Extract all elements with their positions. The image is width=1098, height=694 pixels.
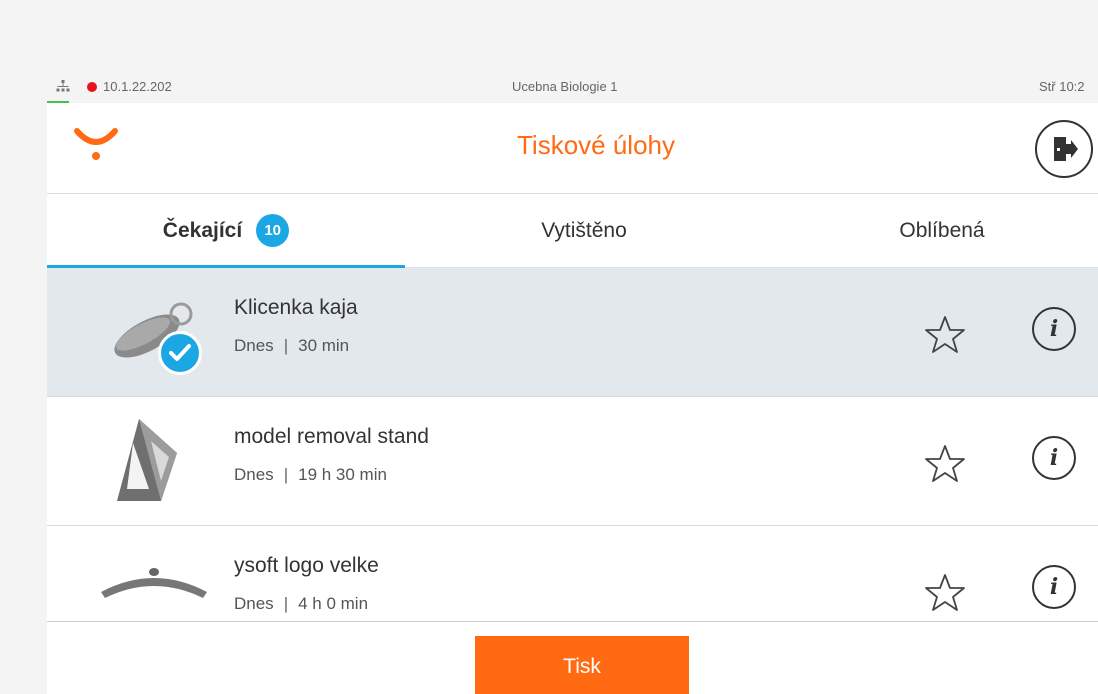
tab-printed-label: Vytištěno [541,218,627,242]
job-day: Dnes [234,594,274,613]
job-meta: Dnes | 30 min [234,336,349,356]
status-bar: 10.1.22.202 Ucebna Biologie 1 Stř 10:2 [47,71,1098,104]
job-name: ysoft logo velke [234,554,379,577]
job-day: Dnes [234,465,274,484]
info-icon[interactable]: i [1032,565,1076,609]
print-button[interactable]: Tisk [475,636,689,694]
footer: Tisk [47,621,1098,694]
connection-status-dot [87,82,97,92]
tab-pending[interactable]: Čekající 10 [47,194,405,267]
job-name: Klicenka kaja [234,296,358,319]
logout-button[interactable] [1035,120,1093,178]
exit-icon [1054,137,1078,161]
job-row[interactable]: model removal stand Dnes | 19 h 30 min i [47,397,1098,526]
tab-favorites[interactable]: Oblíbená [763,194,1098,267]
tab-bar: Čekající 10 Vytištěno Oblíbená [47,194,1098,268]
job-row[interactable]: Klicenka kaja Dnes | 30 min i [47,268,1098,397]
job-duration: 19 h 30 min [298,465,387,484]
job-meta: Dnes | 4 h 0 min [234,594,368,614]
job-row[interactable]: ysoft logo velke Dnes | 4 h 0 min i [47,526,1098,621]
pending-count-badge: 10 [256,214,290,247]
meta-separator: | [283,594,289,613]
job-meta: Dnes | 19 h 30 min [234,465,387,485]
logo-model-thumbnail [101,568,207,598]
page-title: Tiskové úlohy [517,130,675,160]
header: Tiskové úlohy [47,103,1098,194]
print-terminal-screen: 10.1.22.202 Ucebna Biologie 1 Stř 10:2 T… [47,71,1098,694]
meta-separator: | [283,465,289,484]
clock: Stř 10:2 [1039,79,1085,94]
job-duration: 4 h 0 min [298,594,369,613]
stand-model-thumbnail [117,419,177,501]
job-duration: 30 min [298,336,350,355]
star-icon[interactable] [924,443,966,483]
selected-check-icon [158,331,202,375]
tab-favorites-label: Oblíbená [899,218,985,242]
info-icon[interactable]: i [1032,436,1076,480]
room-name: Ucebna Biologie 1 [512,79,618,94]
job-day: Dnes [234,336,274,355]
tab-printed[interactable]: Vytištěno [405,194,763,267]
meta-separator: | [283,336,289,355]
star-icon[interactable] [924,572,966,612]
star-icon[interactable] [924,314,966,354]
network-icon [56,80,70,92]
tab-pending-label: Čekající [162,218,243,242]
info-icon[interactable]: i [1032,307,1076,351]
job-name: model removal stand [234,425,429,448]
ip-address: 10.1.22.202 [103,79,172,94]
job-list: Klicenka kaja Dnes | 30 min i model remova… [47,268,1098,621]
